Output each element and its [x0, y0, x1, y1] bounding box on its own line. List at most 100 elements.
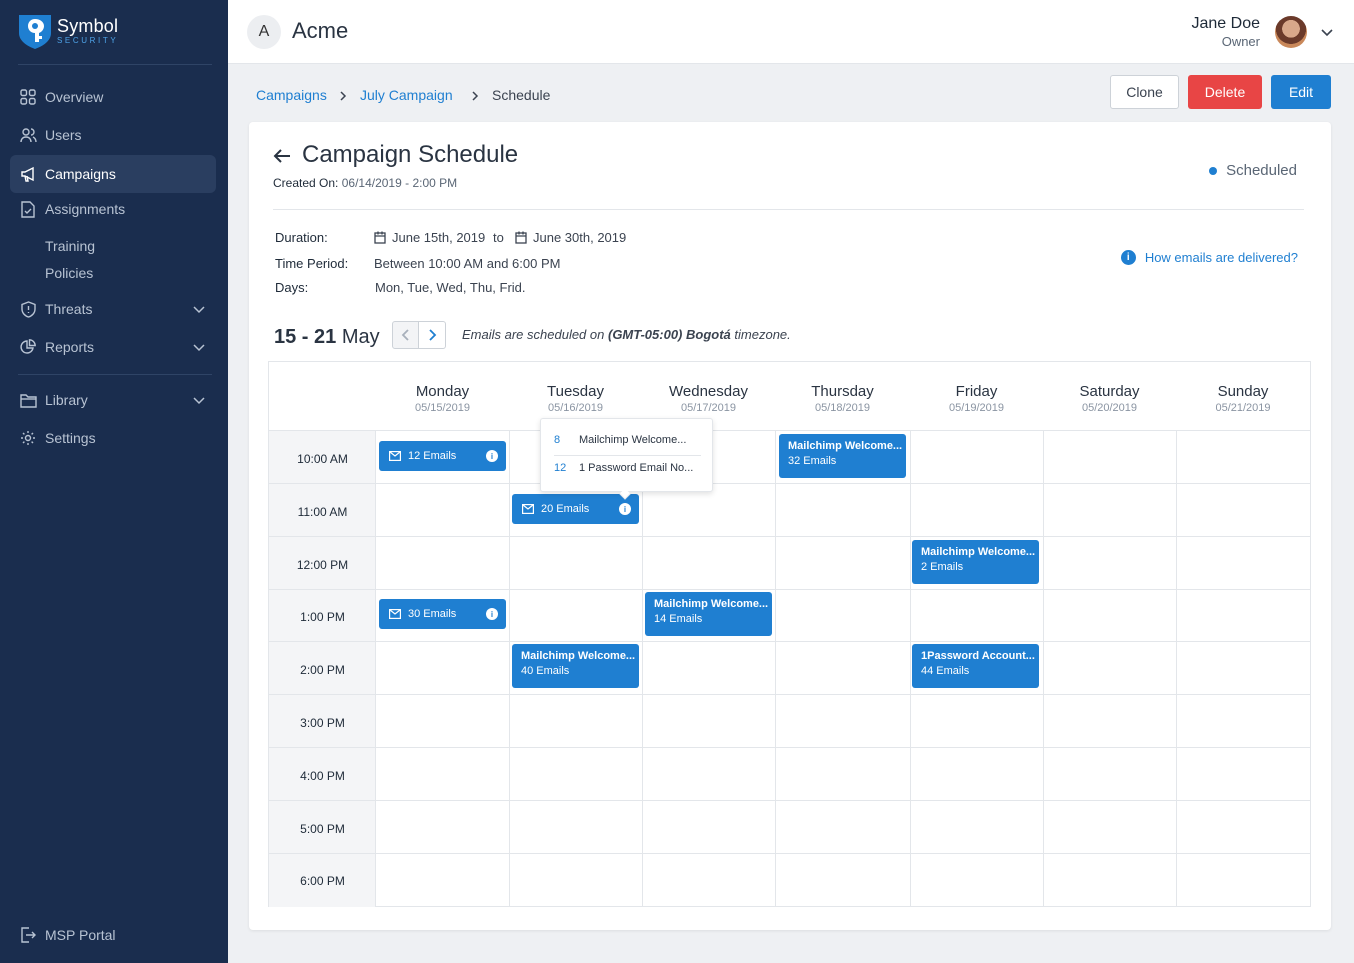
document-icon — [19, 200, 37, 218]
event-tuesday-11am[interactable]: 20 Emails i — [512, 494, 639, 524]
event-label: 20 Emails — [541, 503, 590, 515]
duration-end: June 30th, 2019 — [515, 230, 626, 245]
status-dot — [1209, 166, 1218, 175]
time-label: 6:00 PM — [300, 874, 345, 888]
clone-button[interactable]: Clone — [1110, 75, 1179, 109]
day-name: Wednesday — [669, 383, 748, 400]
how-emails-delivered-link[interactable]: i How emails are delivered? — [1120, 250, 1298, 265]
popover-count: 12 — [554, 462, 567, 474]
event-title: Mailchimp Welcome... — [921, 546, 1036, 558]
popover-row[interactable]: 12 1 Password Email No... — [554, 462, 693, 474]
back-arrow-icon[interactable] — [273, 148, 291, 164]
event-monday-1pm[interactable]: 30 Emails i — [379, 599, 506, 629]
grid-line — [269, 536, 1310, 537]
event-label: 12 Emails — [408, 450, 457, 462]
calendar-icon — [515, 231, 527, 244]
delete-button[interactable]: Delete — [1188, 75, 1262, 109]
popover-name: 1 Password Email No... — [579, 462, 694, 474]
time-label: 5:00 PM — [300, 822, 345, 836]
gear-icon — [19, 429, 37, 447]
day-header-monday: Monday 05/15/2019 — [376, 362, 509, 430]
event-title: Mailchimp Welcome... — [654, 598, 769, 610]
chevron-down-icon — [193, 397, 205, 405]
sidebar-item-settings[interactable]: Settings — [10, 419, 216, 457]
event-wednesday-1pm[interactable]: Mailchimp Welcome... 14 Emails — [645, 592, 772, 636]
days-value: Mon, Tue, Wed, Thu, Frid. — [375, 280, 526, 295]
envelope-icon — [389, 451, 401, 461]
day-date: 05/18/2019 — [814, 402, 871, 414]
brand-logo[interactable]: Symbol SECURITY — [18, 13, 118, 49]
duration-to: to — [493, 230, 504, 245]
sidebar-item-label: Campaigns — [45, 166, 116, 182]
sidebar-item-label: Settings — [45, 430, 96, 446]
info-icon[interactable]: i — [486, 608, 498, 620]
time-label: 3:00 PM — [300, 716, 345, 730]
tz-prefix: Emails are scheduled on — [462, 327, 605, 342]
day-name: Friday — [955, 383, 998, 400]
event-title: Mailchimp Welcome... — [788, 440, 903, 452]
edit-button[interactable]: Edit — [1271, 75, 1331, 109]
sidebar-subitem-policies[interactable]: Policies — [45, 265, 93, 281]
calendar-icon — [374, 231, 386, 244]
breadcrumb-campaigns[interactable]: Campaigns — [256, 87, 327, 103]
event-title: 1Password Account... — [921, 650, 1035, 662]
time-period-value: Between 10:00 AM and 6:00 PM — [374, 256, 561, 271]
chevron-right-icon — [340, 91, 347, 101]
chevron-down-icon — [193, 306, 205, 314]
created-value: 06/14/2019 - 2:00 PM — [341, 176, 458, 190]
event-thursday-10am[interactable]: Mailchimp Welcome... 32 Emails — [779, 434, 906, 478]
popover-row[interactable]: 8 Mailchimp Welcome... — [554, 434, 686, 446]
user-name[interactable]: Jane Doe — [1192, 15, 1261, 33]
grid-line — [775, 430, 776, 907]
folder-icon — [19, 391, 37, 409]
logout-icon — [19, 926, 37, 944]
duration-start-value: June 15th, 2019 — [392, 230, 486, 245]
event-count: 2 Emails — [921, 561, 964, 573]
day-header-thursday: Thursday 05/18/2019 — [775, 362, 910, 430]
popover-name: Mailchimp Welcome... — [579, 434, 687, 446]
time-label: 2:00 PM — [300, 663, 345, 677]
grid-line — [269, 853, 1310, 854]
sidebar-item-overview[interactable]: Overview — [10, 78, 216, 116]
event-detail-popover: 8 Mailchimp Welcome... 12 1 Password Email… — [540, 418, 713, 500]
grid-line — [1043, 430, 1044, 907]
grid-line — [910, 430, 911, 907]
sidebar-item-users[interactable]: Users — [10, 116, 216, 154]
time-label: 4:00 PM — [300, 769, 345, 783]
msp-portal-link[interactable]: MSP Portal — [10, 916, 216, 954]
event-monday-10am[interactable]: 12 Emails i — [379, 441, 506, 471]
msp-portal-label: MSP Portal — [45, 927, 116, 943]
sidebar-item-campaigns[interactable]: Campaigns — [10, 155, 216, 193]
duration-start: June 15th, 2019 — [374, 230, 485, 245]
sidebar-item-assignments[interactable]: Assignments — [10, 190, 216, 228]
brand-sub: SECURITY — [57, 36, 119, 45]
info-icon[interactable]: i — [619, 503, 631, 515]
divider — [273, 209, 1304, 210]
day-name: Monday — [415, 383, 470, 400]
tz-zone: (GMT-05:00) Bogotá — [607, 327, 731, 342]
event-friday-12pm[interactable]: Mailchimp Welcome... 2 Emails — [912, 540, 1039, 584]
prev-week-button[interactable] — [392, 321, 419, 349]
pie-chart-icon — [19, 338, 37, 356]
grid-line — [269, 800, 1310, 801]
next-week-button[interactable] — [419, 321, 446, 349]
event-friday-2pm[interactable]: 1Password Account... 44 Emails — [912, 644, 1039, 688]
sidebar-item-reports[interactable]: Reports — [10, 328, 216, 366]
org-avatar[interactable]: A — [247, 15, 281, 49]
users-icon — [19, 126, 37, 144]
timezone-note: Emails are scheduled on (GMT-05:00) Bogo… — [462, 327, 791, 342]
chevron-down-icon[interactable] — [1320, 25, 1334, 39]
user-avatar[interactable] — [1275, 16, 1307, 48]
sidebar-subitem-training[interactable]: Training — [45, 238, 95, 254]
grid-line — [269, 430, 1310, 431]
sidebar-item-threats[interactable]: Threats — [10, 290, 216, 328]
org-name: Acme — [292, 18, 349, 43]
sidebar-item-library[interactable]: Library — [10, 381, 216, 419]
event-tuesday-2pm[interactable]: Mailchimp Welcome... 40 Emails — [512, 644, 639, 688]
breadcrumb-july-campaign[interactable]: July Campaign — [360, 87, 453, 103]
time-label: 12:00 PM — [296, 558, 349, 572]
info-icon[interactable]: i — [486, 450, 498, 462]
created-on: Created On: 06/14/2019 - 2:00 PM — [273, 176, 457, 190]
time-label: 10:00 AM — [297, 452, 348, 466]
sidebar-divider — [18, 374, 212, 375]
